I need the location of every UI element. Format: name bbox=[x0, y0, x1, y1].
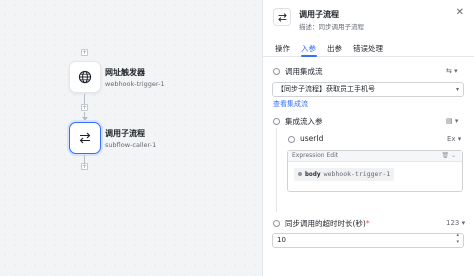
view-integration-link[interactable]: 查看集成流 bbox=[273, 99, 308, 109]
subflow-caller-node[interactable] bbox=[69, 122, 101, 154]
chevron-down-icon: ▾ bbox=[455, 86, 459, 93]
tab-input-params[interactable]: 入参 bbox=[301, 43, 316, 54]
stepper-arrows-icon[interactable]: ▴ ▾ bbox=[456, 232, 459, 246]
switch-arrows-icon bbox=[79, 132, 91, 144]
tab-output-params[interactable]: 出参 bbox=[327, 43, 342, 54]
tab-operation[interactable]: 操作 bbox=[275, 43, 290, 54]
panel-tabs: 操作 入参 出参 错误处理 bbox=[263, 40, 474, 57]
node-type-icon bbox=[273, 8, 291, 26]
panel-title: 调用子流程 bbox=[299, 10, 339, 19]
required-mark: * bbox=[365, 219, 370, 228]
node-title: 调用子流程 bbox=[105, 129, 145, 138]
integration-select[interactable]: 【同步子流程】获取员工手机号 ▾ bbox=[272, 82, 464, 97]
node-title: 网址触发器 bbox=[105, 68, 145, 77]
expression-editor-header: Expression Edit 🗑 ⌄ bbox=[288, 151, 462, 162]
userid-label: userId bbox=[300, 134, 324, 143]
timeout-label: 同步调用的超时时长(秒)* bbox=[285, 219, 370, 228]
table-mode-icon[interactable]: ▤ ▾ bbox=[446, 117, 458, 125]
tree-guide-line bbox=[276, 128, 277, 212]
expression-token[interactable]: body webhook-trigger-1 bbox=[294, 168, 395, 181]
flow-canvas[interactable]: + 网址触发器 webhook-trigger-1 + 调用子流程 subflo… bbox=[0, 0, 262, 276]
token-key: body bbox=[305, 170, 321, 178]
tab-error-handling[interactable]: 错误处理 bbox=[353, 43, 383, 54]
params-radio[interactable] bbox=[273, 118, 280, 125]
connector-line bbox=[84, 94, 85, 104]
params-label: 集成流入参 bbox=[285, 117, 323, 126]
webhook-trigger-node[interactable] bbox=[69, 61, 101, 93]
expression-editor-title: Expression Edit bbox=[292, 152, 339, 159]
add-node-button[interactable]: + bbox=[81, 49, 88, 56]
connector-arrow bbox=[82, 117, 88, 121]
close-icon[interactable]: ✕ bbox=[456, 7, 464, 18]
mode-switch-icon[interactable]: ⇆ ▾ bbox=[446, 67, 458, 75]
panel-description: 描述：同步调用子流程 bbox=[299, 23, 364, 31]
active-tab-indicator bbox=[301, 55, 317, 57]
node-subtitle: webhook-trigger-1 bbox=[105, 80, 165, 88]
timeout-input[interactable]: 10 ▴ ▾ bbox=[272, 232, 464, 248]
delete-collapse-icons[interactable]: 🗑 ⌄ bbox=[441, 152, 456, 159]
token-dot-icon bbox=[298, 172, 302, 176]
integration-radio[interactable] bbox=[273, 68, 280, 75]
expression-editor[interactable]: Expression Edit 🗑 ⌄ body webhook-trigger-… bbox=[287, 150, 463, 192]
globe-icon bbox=[78, 70, 92, 84]
add-node-button[interactable]: + bbox=[81, 104, 88, 111]
number-type-select[interactable]: 123 ▾ bbox=[446, 219, 465, 227]
add-node-button[interactable]: + bbox=[81, 163, 88, 170]
node-subtitle: subflow-caller-1 bbox=[105, 141, 157, 149]
integration-value: 【同步子流程】获取员工手机号 bbox=[277, 85, 375, 93]
connector-line bbox=[84, 155, 85, 163]
switch-arrows-icon bbox=[277, 12, 287, 22]
expression-type-select[interactable]: Ex ▾ bbox=[447, 135, 461, 143]
timeout-value: 10 bbox=[277, 236, 286, 244]
integration-label: 调用集成流 bbox=[285, 67, 323, 76]
userid-radio[interactable] bbox=[288, 136, 295, 143]
timeout-radio[interactable] bbox=[273, 220, 280, 227]
token-value: webhook-trigger-1 bbox=[323, 170, 391, 178]
